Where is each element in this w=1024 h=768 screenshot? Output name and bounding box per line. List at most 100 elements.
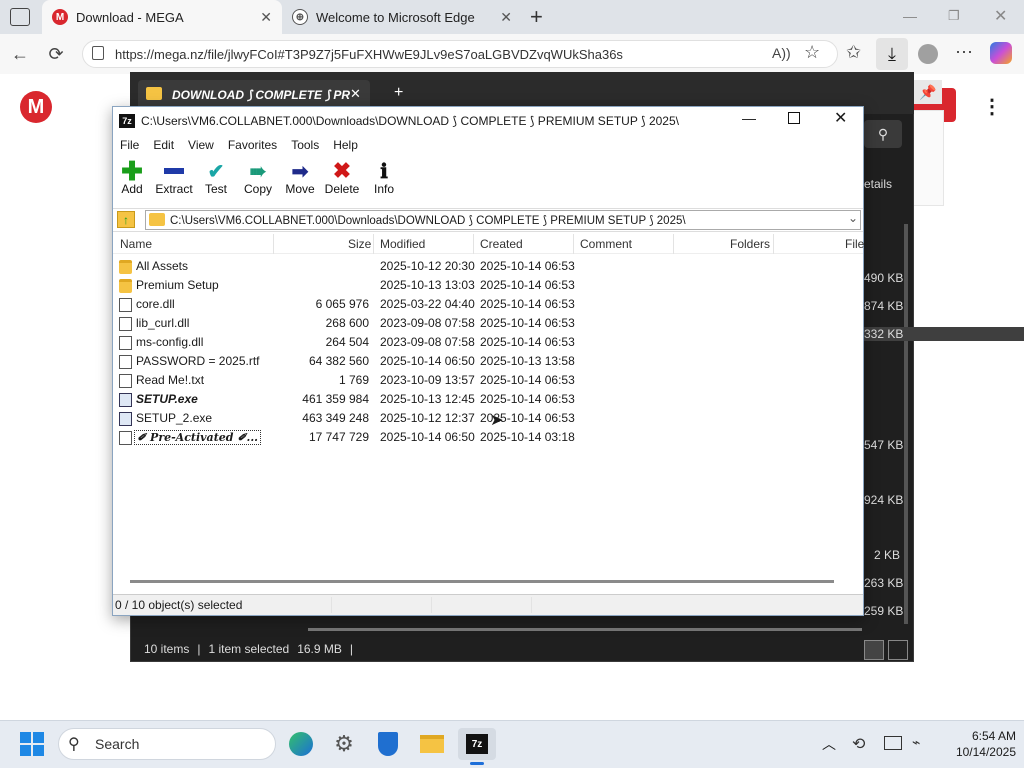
- mega-horizontal-scrollbar[interactable]: [308, 628, 862, 631]
- table-row[interactable]: Premium Setup 2025-10-13 13:03 2025-10-1…: [113, 276, 863, 295]
- horizontal-scrollbar[interactable]: [130, 580, 834, 583]
- chevron-up-icon[interactable]: ︿: [822, 734, 836, 754]
- column-folders[interactable]: Folders: [730, 237, 770, 251]
- settings-gear-icon[interactable]: ⚙: [328, 728, 360, 760]
- file-size: 463 349 248: [302, 411, 369, 425]
- list-view-icon[interactable]: [864, 640, 884, 660]
- table-row[interactable]: core.dll 6 065 976 2025-03-22 04:40 2025…: [113, 295, 863, 314]
- network-icon[interactable]: ⌁: [912, 734, 920, 751]
- table-row[interactable]: lib_curl.dll 268 600 2023-09-08 07:58 20…: [113, 314, 863, 333]
- sevenzip-taskbar-icon[interactable]: 7z: [458, 728, 496, 760]
- close-tab-icon[interactable]: ✕: [500, 9, 512, 26]
- menu-edit[interactable]: Edit: [146, 138, 181, 152]
- downloads-icon[interactable]: ⤓: [876, 38, 908, 70]
- column-files[interactable]: File: [845, 237, 864, 251]
- taskbar-search-input[interactable]: Search: [58, 728, 276, 760]
- file-name: Read Me!.txt: [136, 373, 205, 387]
- menu-view[interactable]: View: [181, 138, 221, 152]
- chevron-down-icon[interactable]: ⌄: [848, 211, 858, 225]
- txt-file-icon: [119, 374, 132, 388]
- column-created[interactable]: Created: [480, 237, 523, 251]
- menu-favorites[interactable]: Favorites: [221, 138, 284, 152]
- menu-tools[interactable]: Tools: [284, 138, 326, 152]
- file-size: 6 065 976: [315, 297, 369, 311]
- defender-shield-icon[interactable]: [372, 728, 404, 760]
- refresh-icon[interactable]: ⟳: [44, 42, 68, 66]
- sync-icon[interactable]: ⟲: [852, 734, 865, 754]
- column-size[interactable]: Size: [348, 237, 371, 251]
- close-window-icon[interactable]: ✕: [834, 108, 847, 128]
- minimize-icon[interactable]: —: [903, 8, 917, 24]
- close-tab-icon[interactable]: ✕: [350, 86, 361, 102]
- new-tab-button[interactable]: +: [530, 4, 543, 30]
- size-label: 547 KB: [864, 438, 904, 452]
- minimize-icon[interactable]: —: [742, 110, 756, 126]
- site-info-icon[interactable]: [92, 46, 104, 60]
- status-text: 0 / 10 object(s) selected: [115, 598, 243, 612]
- edge-icon[interactable]: [285, 728, 317, 760]
- tab-mega-download[interactable]: M Download - MEGA ✕: [42, 0, 282, 34]
- clock[interactable]: 6:54 AM 10/14/2025: [932, 728, 1016, 760]
- up-folder-icon[interactable]: ↑: [117, 211, 135, 228]
- menu-file[interactable]: File: [113, 138, 146, 152]
- favorites-icon[interactable]: ✩: [846, 42, 861, 63]
- table-row[interactable]: All Assets 2025-10-12 20:30 2025-10-14 0…: [113, 257, 863, 276]
- mega-side-panel: [912, 110, 944, 206]
- pin-icon[interactable]: 📌: [914, 80, 942, 104]
- tab-welcome-edge[interactable]: ⊕ Welcome to Microsoft Edge ✕: [282, 0, 522, 34]
- delete-button[interactable]: ✖ Delete: [320, 158, 364, 204]
- close-tab-icon[interactable]: ✕: [260, 9, 272, 26]
- size-label: 332 KB: [864, 327, 1024, 341]
- address-bar[interactable]: https://mega.nz/file/jlwyFCoI#T3P9Z7j5Fu…: [82, 40, 838, 68]
- table-row[interactable]: ✐ Pre-Activated ✐... 17 747 729 2025-10-…: [113, 428, 863, 447]
- test-button[interactable]: ✔ Test: [194, 160, 238, 204]
- column-name[interactable]: Name: [120, 237, 152, 251]
- menu-bar: File Edit View Favorites Tools Help: [113, 135, 863, 155]
- mega-status-bar: 10 items | 1 item selected 16.9 MB |: [144, 642, 354, 656]
- restore-icon[interactable]: ❐: [948, 8, 960, 24]
- button-label: Add: [121, 182, 143, 196]
- maximize-icon[interactable]: [788, 112, 800, 124]
- search-icon[interactable]: ⚲: [864, 120, 902, 148]
- column-modified[interactable]: Modified: [380, 237, 425, 251]
- display-icon[interactable]: [884, 736, 902, 750]
- extract-button[interactable]: Extract: [152, 160, 196, 204]
- details-label[interactable]: etails: [864, 177, 1024, 191]
- mega-window-tab-title: DOWNLOAD ⟆ COMPLETE ⟆ PR: [172, 88, 351, 102]
- column-comment[interactable]: Comment: [580, 237, 632, 251]
- close-window-icon[interactable]: ✕: [994, 6, 1007, 26]
- size-label: 924 KB: [864, 493, 904, 507]
- kebab-menu-icon[interactable]: ⋮: [982, 94, 1002, 119]
- table-row[interactable]: ms-config.dll 264 504 2023-09-08 07:58 2…: [113, 333, 863, 352]
- table-row[interactable]: PASSWORD = 2025.rtf 64 382 560 2025-10-1…: [113, 352, 863, 371]
- back-icon[interactable]: ←: [8, 42, 32, 66]
- new-tab-icon[interactable]: +: [394, 84, 403, 102]
- start-windows-icon[interactable]: [16, 728, 48, 760]
- menu-help[interactable]: Help: [326, 138, 365, 152]
- path-input[interactable]: C:\Users\VM6.COLLABNET.000\Downloads\DOW…: [145, 210, 861, 230]
- file-size: 268 600: [325, 316, 369, 330]
- info-button[interactable]: ℹ Info: [362, 159, 406, 204]
- table-row[interactable]: SETUP_2.exe 463 349 248 2025-10-12 12:37…: [113, 409, 863, 428]
- file-explorer-icon[interactable]: [416, 728, 448, 760]
- tab-actions-button[interactable]: [10, 8, 30, 26]
- copy-button[interactable]: ➠ Copy: [236, 160, 280, 204]
- table-row[interactable]: Read Me!.txt 1 769 2023-10-09 13:57 2025…: [113, 371, 863, 390]
- favorite-star-icon[interactable]: ☆: [804, 42, 820, 63]
- search-placeholder: Search: [95, 736, 140, 752]
- table-row[interactable]: SETUP.exe 461 359 984 2025-10-13 12:45 2…: [113, 390, 863, 409]
- add-button[interactable]: ✚ Add: [110, 156, 154, 204]
- file-created: 2025-10-14 06:53: [480, 392, 575, 406]
- more-menu-icon[interactable]: ⋯: [955, 42, 973, 63]
- file-created: 2025-10-13 13:58: [480, 354, 575, 368]
- copilot-icon[interactable]: [990, 42, 1012, 64]
- file-created: 2025-10-14 06:53: [480, 297, 575, 311]
- move-button[interactable]: ➡ Move: [278, 160, 322, 204]
- mega-favicon-icon: M: [52, 9, 68, 25]
- globe-icon: ⊕: [292, 9, 308, 25]
- button-label: Copy: [243, 182, 272, 196]
- mega-logo-icon[interactable]: M: [20, 91, 52, 123]
- read-aloud-icon[interactable]: A)): [772, 45, 791, 61]
- profile-avatar-icon[interactable]: [918, 44, 938, 64]
- grid-view-icon[interactable]: [888, 640, 908, 660]
